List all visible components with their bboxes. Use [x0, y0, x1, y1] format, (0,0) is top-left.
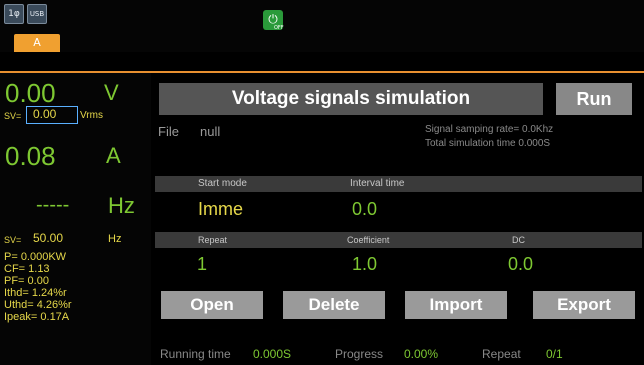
- current-unit: A: [106, 143, 121, 168]
- coefficient-label: Coefficient: [347, 235, 390, 245]
- repeat-status-value: 0/1: [546, 347, 563, 361]
- dc-label: DC: [512, 235, 525, 245]
- voltage-unit: V: [104, 80, 119, 105]
- page-title: Voltage signals simulation: [231, 88, 471, 109]
- sv-frequency-unit: Hz: [108, 233, 122, 245]
- sv-voltage-label: SV=: [4, 111, 22, 121]
- sv-frequency-label: SV=: [4, 235, 22, 245]
- top-status-bar: 1φ USB A ⏻: [0, 0, 644, 52]
- phase-icon: 1φ: [4, 4, 24, 24]
- start-mode-value[interactable]: Imme: [198, 199, 243, 219]
- repeat-value[interactable]: 1: [197, 254, 207, 274]
- sv-frequency-value[interactable]: 50.00: [33, 232, 63, 244]
- running-time-label: Running time: [160, 347, 231, 361]
- dc-value[interactable]: 0.0: [508, 254, 533, 274]
- title-bar: Voltage signals simulation: [159, 83, 543, 115]
- coefficient-value[interactable]: 1.0: [352, 254, 377, 274]
- file-label: File: [158, 124, 179, 139]
- vrms-unit: Vrms: [80, 110, 103, 121]
- file-value[interactable]: null: [200, 124, 220, 139]
- channel-tab-a[interactable]: A: [14, 34, 60, 52]
- start-mode-label: Start mode: [198, 178, 247, 189]
- repeat-label: Repeat: [198, 235, 228, 245]
- current-reading: 0.08: [5, 141, 56, 171]
- frequency-unit: Hz: [108, 193, 135, 218]
- delete-button[interactable]: Delete: [283, 291, 385, 319]
- repeat-status-label: Repeat: [482, 347, 521, 361]
- import-button[interactable]: Import: [405, 291, 507, 319]
- interval-time-value[interactable]: 0.0: [352, 199, 377, 219]
- running-time-value: 0.000S: [253, 347, 292, 361]
- interval-time-label: Interval time: [350, 178, 405, 189]
- ipeak-metric: Ipeak= 0.17A: [4, 311, 70, 323]
- usb-icon: USB: [27, 4, 47, 24]
- uthd-metric: Uthd= 4.26%r: [4, 299, 72, 311]
- power-state-label: OFF: [274, 25, 284, 31]
- open-button[interactable]: Open: [161, 291, 263, 319]
- progress-value: 0.00%: [404, 347, 439, 361]
- ithd-metric: Ithd= 1.24%r: [4, 287, 67, 299]
- frequency-reading: -----: [36, 194, 70, 216]
- power-metric: P= 0.000KW: [4, 251, 67, 263]
- power-factor-metric: PF= 0.00: [4, 275, 49, 287]
- sv-voltage-value: 0.00: [33, 107, 57, 121]
- crest-factor-metric: CF= 1.13: [4, 263, 50, 275]
- signal-sampling-rate: Signal samping rate= 0.0Khz: [425, 124, 554, 135]
- export-button[interactable]: Export: [533, 291, 635, 319]
- repeat-coeff-dc-header: [155, 232, 642, 248]
- voltage-reading: 0.00: [5, 78, 56, 108]
- total-simulation-time: Total simulation time 0.000S: [425, 138, 551, 149]
- run-button[interactable]: Run: [556, 83, 632, 115]
- progress-label: Progress: [335, 347, 384, 361]
